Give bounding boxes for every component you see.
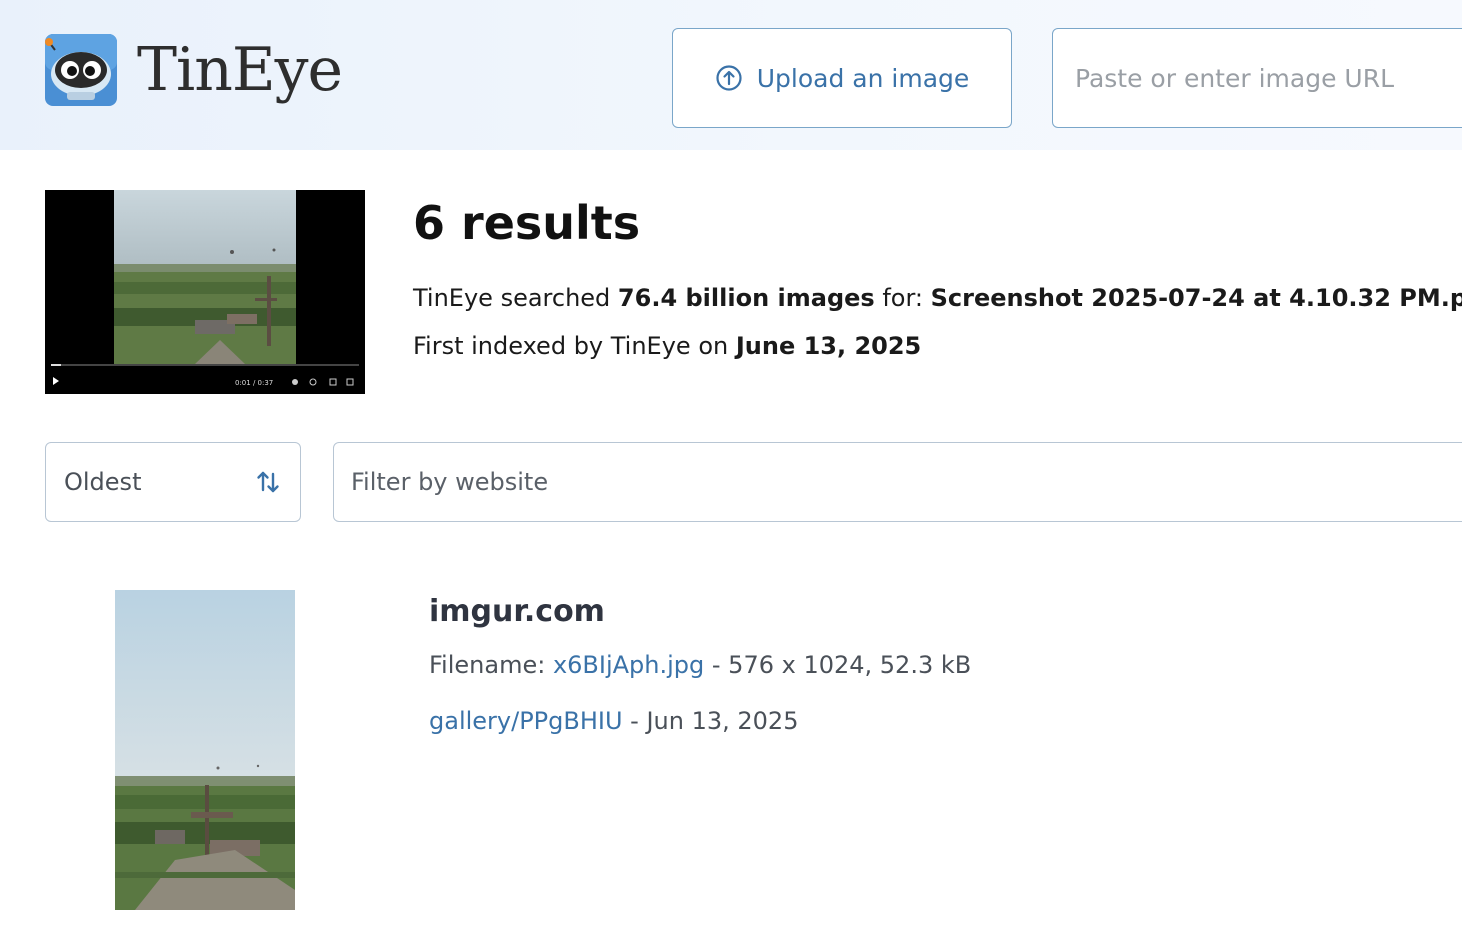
result-file-info: Filename: x6BIjAph.jpg - 576 x 1024, 52.… xyxy=(429,651,971,679)
brand-name: TinEye xyxy=(137,35,343,105)
query-image-preview: 0:01 / 0:37 xyxy=(45,190,365,394)
site-header: TinEye Upload an image xyxy=(0,0,1462,150)
result-page-date: - Jun 13, 2025 xyxy=(622,707,799,735)
video-time-label: 0:01 / 0:37 xyxy=(235,379,273,387)
result-page-link[interactable]: gallery/PPgBHIU xyxy=(429,707,623,735)
image-url-input[interactable] xyxy=(1052,28,1462,128)
result-file-meta: - 576 x 1024, 52.3 kB xyxy=(704,651,972,679)
query-filename: Screenshot 2025-07-24 at 4.10.32 PM.png xyxy=(930,284,1462,312)
filter-website-input[interactable] xyxy=(333,442,1462,522)
search-summary: TinEye searched 76.4 billion images for:… xyxy=(413,284,1462,312)
searched-prefix: TinEye searched xyxy=(413,284,618,312)
upload-arrow-icon xyxy=(716,65,742,91)
upload-image-button[interactable]: Upload an image xyxy=(672,28,1012,128)
searched-mid-text: for: xyxy=(874,284,931,312)
upload-image-label: Upload an image xyxy=(756,63,970,93)
tineye-robot-icon xyxy=(45,34,117,106)
first-indexed-date: June 13, 2025 xyxy=(735,332,922,360)
first-indexed-summary: First indexed by TinEye on June 13, 2025 xyxy=(413,332,921,360)
filename-label: Filename: xyxy=(429,651,553,679)
logo[interactable]: TinEye xyxy=(45,34,343,106)
result-image-preview xyxy=(115,590,295,910)
searched-image-count: 76.4 billion images xyxy=(617,284,875,312)
result-image-thumbnail[interactable] xyxy=(115,590,295,910)
result-page-info: gallery/PPgBHIU - Jun 13, 2025 xyxy=(429,707,798,735)
results-count-heading: 6 results xyxy=(413,196,641,250)
query-image-thumbnail[interactable]: 0:01 / 0:37 xyxy=(45,190,365,394)
sort-arrows-icon xyxy=(257,471,279,493)
sort-order-select[interactable]: Oldest xyxy=(45,442,301,522)
sort-order-value: Oldest xyxy=(64,468,142,496)
result-filename-link[interactable]: x6BIjAph.jpg xyxy=(553,651,704,679)
result-domain[interactable]: imgur.com xyxy=(429,594,605,629)
indexed-prefix: First indexed by TinEye on xyxy=(413,332,736,360)
